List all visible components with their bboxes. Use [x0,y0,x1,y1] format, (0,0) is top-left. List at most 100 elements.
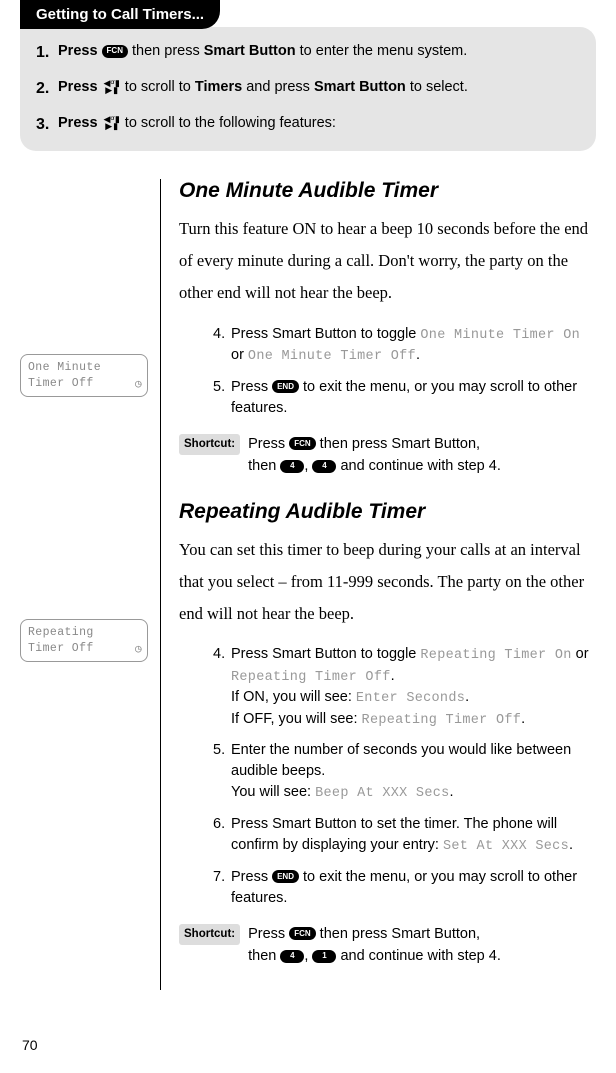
item-number: 4. [213,324,231,367]
text: to scroll to [121,79,195,95]
text: then press [128,43,204,59]
text: You will see: [231,784,315,800]
text: , [304,458,312,474]
section-tab: Getting to Call Timers... [20,0,220,29]
text: then [248,948,280,964]
item-body: Press Smart Button to toggle One Minute … [231,324,596,367]
smart-button-label: Smart Button [204,43,296,59]
text: Press Smart Button to toggle [231,326,420,342]
text: to scroll to the following features: [121,115,336,131]
lcd-text: Repeating Timer On [420,648,571,663]
text: or [231,347,248,363]
digit-key-icon: 4 [280,950,304,963]
shortcut-row: Shortcut: Press FCN then press Smart But… [179,433,596,478]
item-body: Press Smart Button to toggle Repeating T… [231,644,596,730]
text: and continue with step 4. [336,948,500,964]
shortcut-badge: Shortcut: [179,434,240,456]
ordered-steps: 4. Press Smart Button to toggle One Minu… [213,324,596,419]
item-number: 7. [213,867,231,909]
shortcut-row: Shortcut: Press FCN then press Smart But… [179,923,596,968]
text: . [569,837,573,853]
step-3: 3. Press ◀or▮▶ ▮ to scroll to the follow… [36,113,580,137]
screen-line: Timer Off [28,641,140,657]
text: Press Smart Button to toggle [231,646,420,662]
list-item: 5. Enter the number of seconds you would… [213,740,596,804]
timers-label: Timers [195,79,242,95]
clock-icon: ◷ [135,378,142,393]
text: then press Smart Button, [316,436,480,452]
main-content: One Minute Timer Off ◷ Repeating Timer O… [20,179,596,990]
item-number: 6. [213,814,231,857]
fcn-key-icon: FCN [289,437,315,450]
text: . [521,711,525,727]
text: and press [242,79,314,95]
list-item: 4. Press Smart Button to toggle One Minu… [213,324,596,367]
list-item: 6. Press Smart Button to set the timer. … [213,814,596,857]
step-number: 2. [36,77,58,101]
step-text: Press FCN then press Smart Button to ent… [58,41,580,63]
text: Press [248,436,289,452]
item-number: 5. [213,377,231,419]
text: to select. [406,79,468,95]
step-2: 2. Press ◀or▮▶ ▮ to scroll to Timers and… [36,77,580,101]
lcd-text: One Minute Timer Off [248,349,416,364]
press-label: Press [58,79,102,95]
digit-key-icon: 4 [312,460,336,473]
press-label: Press [58,115,102,131]
intro-paragraph: Turn this feature ON to hear a beep 10 s… [179,213,596,310]
phone-screen-1: One Minute Timer Off ◷ [20,354,148,397]
list-item: 5. Press END to exit the menu, or you ma… [213,377,596,419]
end-key-icon: END [272,870,299,883]
press-label: Press [58,43,102,59]
intro-paragraph: You can set this timer to beep during yo… [179,534,596,631]
lcd-text: Enter Seconds [356,691,465,706]
list-item: 7. Press END to exit the menu, or you ma… [213,867,596,909]
clock-icon: ◷ [135,643,142,658]
text: and continue with step 4. [336,458,500,474]
phone-screen-2: Repeating Timer Off ◷ [20,619,148,662]
ordered-steps: 4. Press Smart Button to toggle Repeatin… [213,644,596,908]
step-text: Press ◀or▮▶ ▮ to scroll to Timers and pr… [58,77,580,99]
fcn-key-icon: FCN [102,45,128,58]
text: or [572,646,589,662]
list-item: 4. Press Smart Button to toggle Repeatin… [213,644,596,730]
text: then [248,458,280,474]
item-number: 5. [213,740,231,804]
text: . [391,668,395,684]
screen-line: Repeating [28,625,140,641]
digit-key-icon: 4 [280,460,304,473]
lcd-text: Set At XXX Secs [443,839,569,854]
step-1: 1. Press FCN then press Smart Button to … [36,41,580,65]
item-body: Press END to exit the menu, or you may s… [231,377,596,419]
smart-button-label: Smart Button [314,79,406,95]
text: Press [231,869,272,885]
text: Press [231,379,272,395]
item-body: Press Smart Button to set the timer. The… [231,814,596,857]
end-key-icon: END [272,380,299,393]
instruction-box: 1. Press FCN then press Smart Button to … [20,27,596,151]
left-column: One Minute Timer Off ◷ Repeating Timer O… [20,179,160,990]
text: Enter the number of seconds you would li… [231,742,571,779]
lcd-text: Beep At XXX Secs [315,786,449,801]
text: If ON, you will see: [231,689,356,705]
lcd-text: One Minute Timer On [420,328,580,343]
text: . [450,784,454,800]
nav-arrows-icon: ◀or▮▶ ▮ [104,80,119,94]
step-text: Press ◀or▮▶ ▮ to scroll to the following… [58,113,580,135]
step-number: 1. [36,41,58,65]
page-number: 70 [22,1037,38,1053]
lcd-text: Repeating Timer Off [231,670,391,685]
shortcut-text: Press FCN then press Smart Button, then … [248,433,596,478]
shortcut-badge: Shortcut: [179,924,240,946]
text: then press Smart Button, [316,926,480,942]
section-title-1: One Minute Audible Timer [179,179,596,203]
screen-line: One Minute [28,360,140,376]
right-column: One Minute Audible Timer Turn this featu… [160,179,596,990]
text: , [304,948,312,964]
shortcut-text: Press FCN then press Smart Button, then … [248,923,596,968]
fcn-key-icon: FCN [289,927,315,940]
section-title-2: Repeating Audible Timer [179,500,596,524]
text: . [465,689,469,705]
item-body: Enter the number of seconds you would li… [231,740,596,804]
digit-key-icon: 1 [312,950,336,963]
